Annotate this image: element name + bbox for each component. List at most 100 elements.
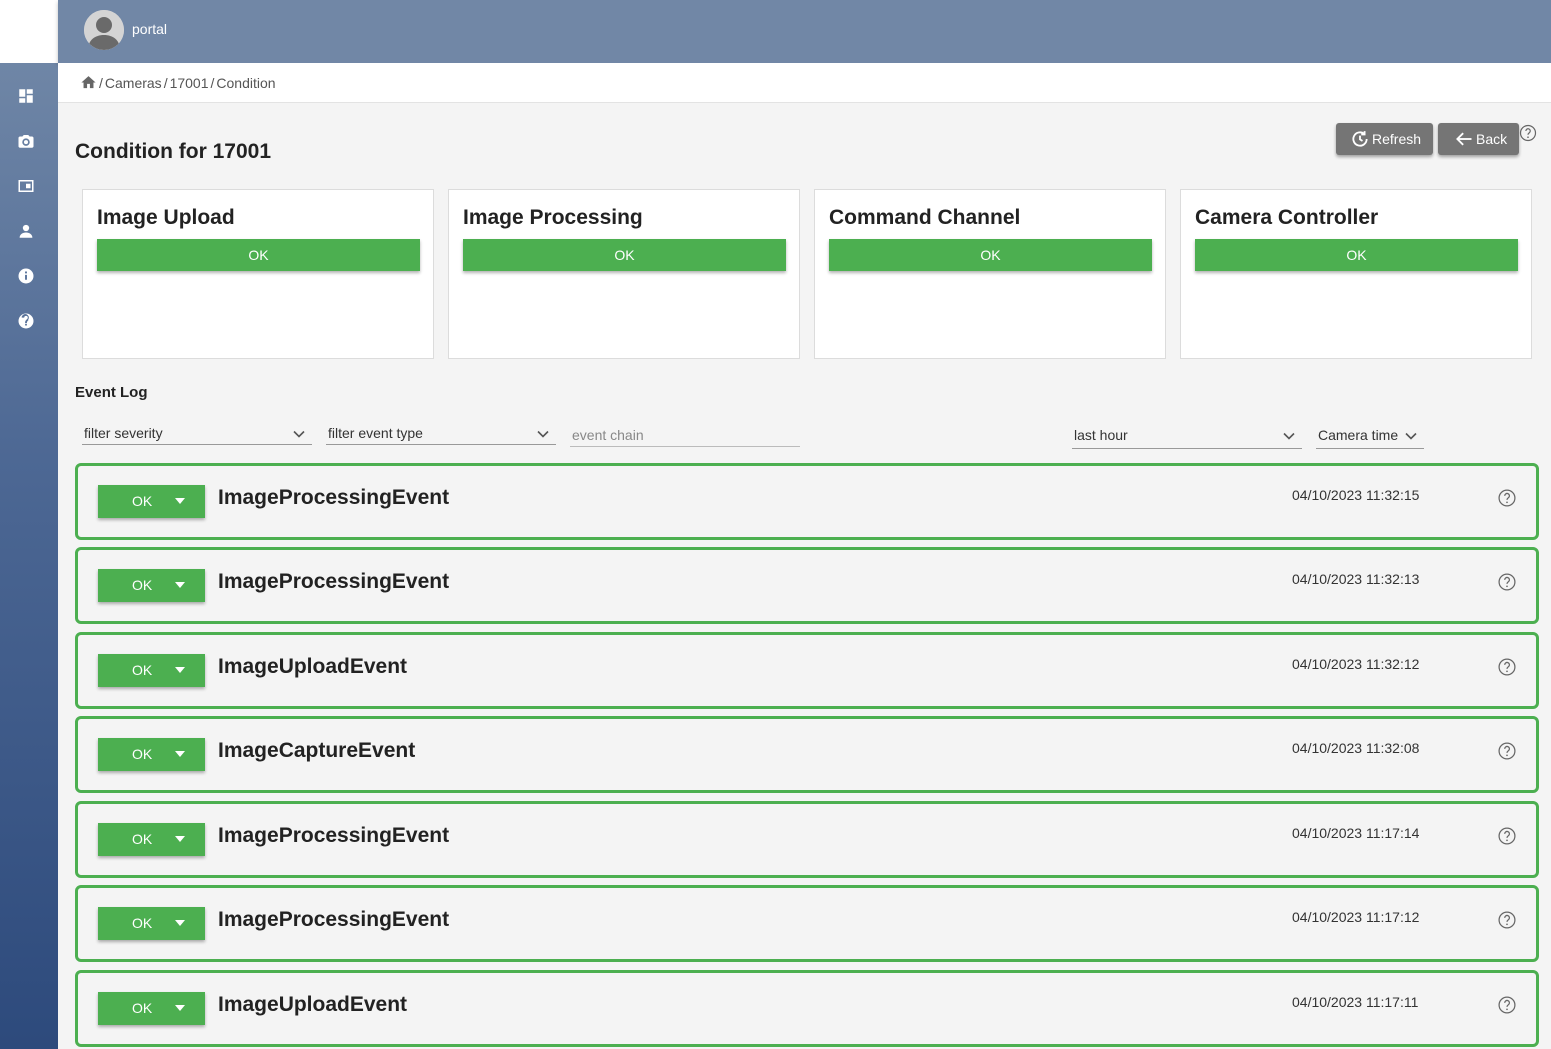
- event-name: ImageProcessingEvent: [218, 486, 450, 509]
- help-icon[interactable]: [1497, 741, 1517, 761]
- breadcrumb-separator: /: [210, 74, 215, 91]
- arrow-left-icon: [1456, 132, 1472, 146]
- event-row[interactable]: OK ImageProcessingEvent 04/10/2023 11:17…: [75, 885, 1539, 962]
- card-camera-controller: Camera Controller OK: [1180, 189, 1532, 359]
- page-title: Condition for 17001: [75, 140, 272, 163]
- severity-dropdown-button[interactable]: OK: [98, 907, 205, 940]
- event-name: ImageProcessingEvent: [218, 570, 450, 593]
- severity-label: OK: [132, 831, 153, 847]
- severity-dropdown-button[interactable]: OK: [98, 485, 205, 518]
- severity-dropdown-button[interactable]: OK: [98, 992, 205, 1025]
- back-button[interactable]: Back: [1438, 123, 1520, 155]
- severity-filter-label: filter severity: [84, 425, 163, 441]
- severity-label: OK: [132, 915, 153, 931]
- card-title: Image Processing: [463, 206, 643, 229]
- event-name: ImageProcessingEvent: [218, 824, 450, 847]
- chevron-down-icon: [537, 430, 549, 438]
- caret-down-icon: [175, 920, 185, 926]
- card-command-channel: Command Channel OK: [814, 189, 1166, 359]
- severity-dropdown-button[interactable]: OK: [98, 654, 205, 687]
- event-timestamp: 04/10/2023 11:17:11: [1292, 994, 1419, 1010]
- info-icon[interactable]: [17, 267, 35, 285]
- event-type-filter[interactable]: filter event type: [326, 425, 556, 445]
- event-name: ImageProcessingEvent: [218, 908, 450, 931]
- home-icon[interactable]: [80, 74, 97, 91]
- severity-dropdown-button[interactable]: OK: [98, 569, 205, 602]
- help-icon[interactable]: [17, 312, 35, 330]
- refresh-label: Refresh: [1372, 131, 1422, 147]
- time-range-select[interactable]: last hour: [1072, 427, 1302, 449]
- event-name: ImageCaptureEvent: [218, 739, 416, 762]
- event-timestamp: 04/10/2023 11:17:14: [1292, 825, 1420, 841]
- event-type-filter-label: filter event type: [328, 425, 423, 441]
- back-label: Back: [1476, 131, 1508, 147]
- caret-down-icon: [175, 1005, 185, 1011]
- status-badge[interactable]: OK: [463, 239, 786, 271]
- avatar[interactable]: [84, 10, 124, 50]
- help-icon[interactable]: [1497, 910, 1517, 930]
- card-image-upload: Image Upload OK: [82, 189, 434, 359]
- breadcrumb: / Cameras / 17001 / Condition: [80, 74, 278, 91]
- caret-down-icon: [175, 582, 185, 588]
- dashboard-icon[interactable]: [17, 87, 35, 105]
- breadcrumb-cameras[interactable]: Cameras: [105, 75, 162, 91]
- severity-label: OK: [132, 746, 153, 762]
- help-icon[interactable]: [1497, 488, 1517, 508]
- caret-down-icon: [175, 498, 185, 504]
- help-icon[interactable]: [1497, 826, 1517, 846]
- severity-label: OK: [132, 493, 153, 509]
- card-title: Command Channel: [829, 206, 1021, 229]
- severity-label: OK: [132, 1000, 153, 1016]
- app-label: portal: [132, 21, 168, 37]
- status-badge[interactable]: OK: [829, 239, 1152, 271]
- status-badge[interactable]: OK: [97, 239, 420, 271]
- event-row[interactable]: OK ImageProcessingEvent 04/10/2023 11:32…: [75, 547, 1539, 624]
- help-icon[interactable]: [1497, 572, 1517, 592]
- card-image-processing: Image Processing OK: [448, 189, 800, 359]
- refresh-icon: [1352, 131, 1368, 147]
- event-row[interactable]: OK ImageUploadEvent 04/10/2023 11:32:12: [75, 632, 1539, 709]
- camera-icon[interactable]: [17, 132, 35, 150]
- chevron-down-icon: [1405, 432, 1417, 440]
- event-timestamp: 04/10/2023 11:17:12: [1292, 909, 1420, 925]
- breadcrumb-bar: / Cameras / 17001 / Condition: [58, 63, 1551, 103]
- breadcrumb-camera-id[interactable]: 17001: [170, 75, 209, 91]
- help-icon[interactable]: [1497, 657, 1517, 677]
- time-mode-label: Camera time: [1318, 427, 1399, 443]
- refresh-button[interactable]: Refresh: [1336, 123, 1434, 155]
- event-row[interactable]: OK ImageProcessingEvent 04/10/2023 11:32…: [75, 463, 1539, 540]
- severity-filter[interactable]: filter severity: [82, 425, 312, 445]
- severity-dropdown-button[interactable]: OK: [98, 738, 205, 771]
- card-title: Image Upload: [97, 206, 235, 229]
- severity-dropdown-button[interactable]: OK: [98, 823, 205, 856]
- help-icon[interactable]: [1497, 995, 1517, 1015]
- event-name: ImageUploadEvent: [218, 655, 408, 678]
- event-timestamp: 04/10/2023 11:32:15: [1292, 487, 1420, 503]
- page-help-icon[interactable]: [1519, 124, 1537, 142]
- breadcrumb-condition: Condition: [216, 74, 276, 91]
- caret-down-icon: [175, 667, 185, 673]
- chevron-down-icon: [293, 430, 305, 438]
- card-title: Camera Controller: [1195, 206, 1379, 229]
- chevron-down-icon: [1283, 432, 1295, 440]
- severity-label: OK: [132, 662, 153, 678]
- time-range-label: last hour: [1074, 427, 1128, 443]
- event-row[interactable]: OK ImageProcessingEvent 04/10/2023 11:17…: [75, 801, 1539, 878]
- breadcrumb-separator: /: [163, 74, 168, 91]
- event-timestamp: 04/10/2023 11:32:08: [1292, 740, 1420, 756]
- event-row[interactable]: OK ImageCaptureEvent 04/10/2023 11:32:08: [75, 716, 1539, 793]
- event-row[interactable]: OK ImageUploadEvent 04/10/2023 11:17:11: [75, 970, 1539, 1047]
- status-badge[interactable]: OK: [1195, 239, 1518, 271]
- event-name: ImageUploadEvent: [218, 993, 408, 1016]
- severity-label: OK: [132, 577, 153, 593]
- event-chain-input[interactable]: event chain: [570, 427, 800, 447]
- event-timestamp: 04/10/2023 11:32:13: [1292, 571, 1420, 587]
- event-chain-placeholder: event chain: [572, 427, 644, 443]
- person-icon[interactable]: [17, 222, 35, 240]
- caret-down-icon: [175, 751, 185, 757]
- sidebar: [0, 63, 58, 1049]
- caret-down-icon: [175, 836, 185, 842]
- monitor-icon[interactable]: [17, 177, 35, 195]
- event-log-title: Event Log: [75, 384, 148, 401]
- time-mode-select[interactable]: Camera time: [1316, 427, 1424, 449]
